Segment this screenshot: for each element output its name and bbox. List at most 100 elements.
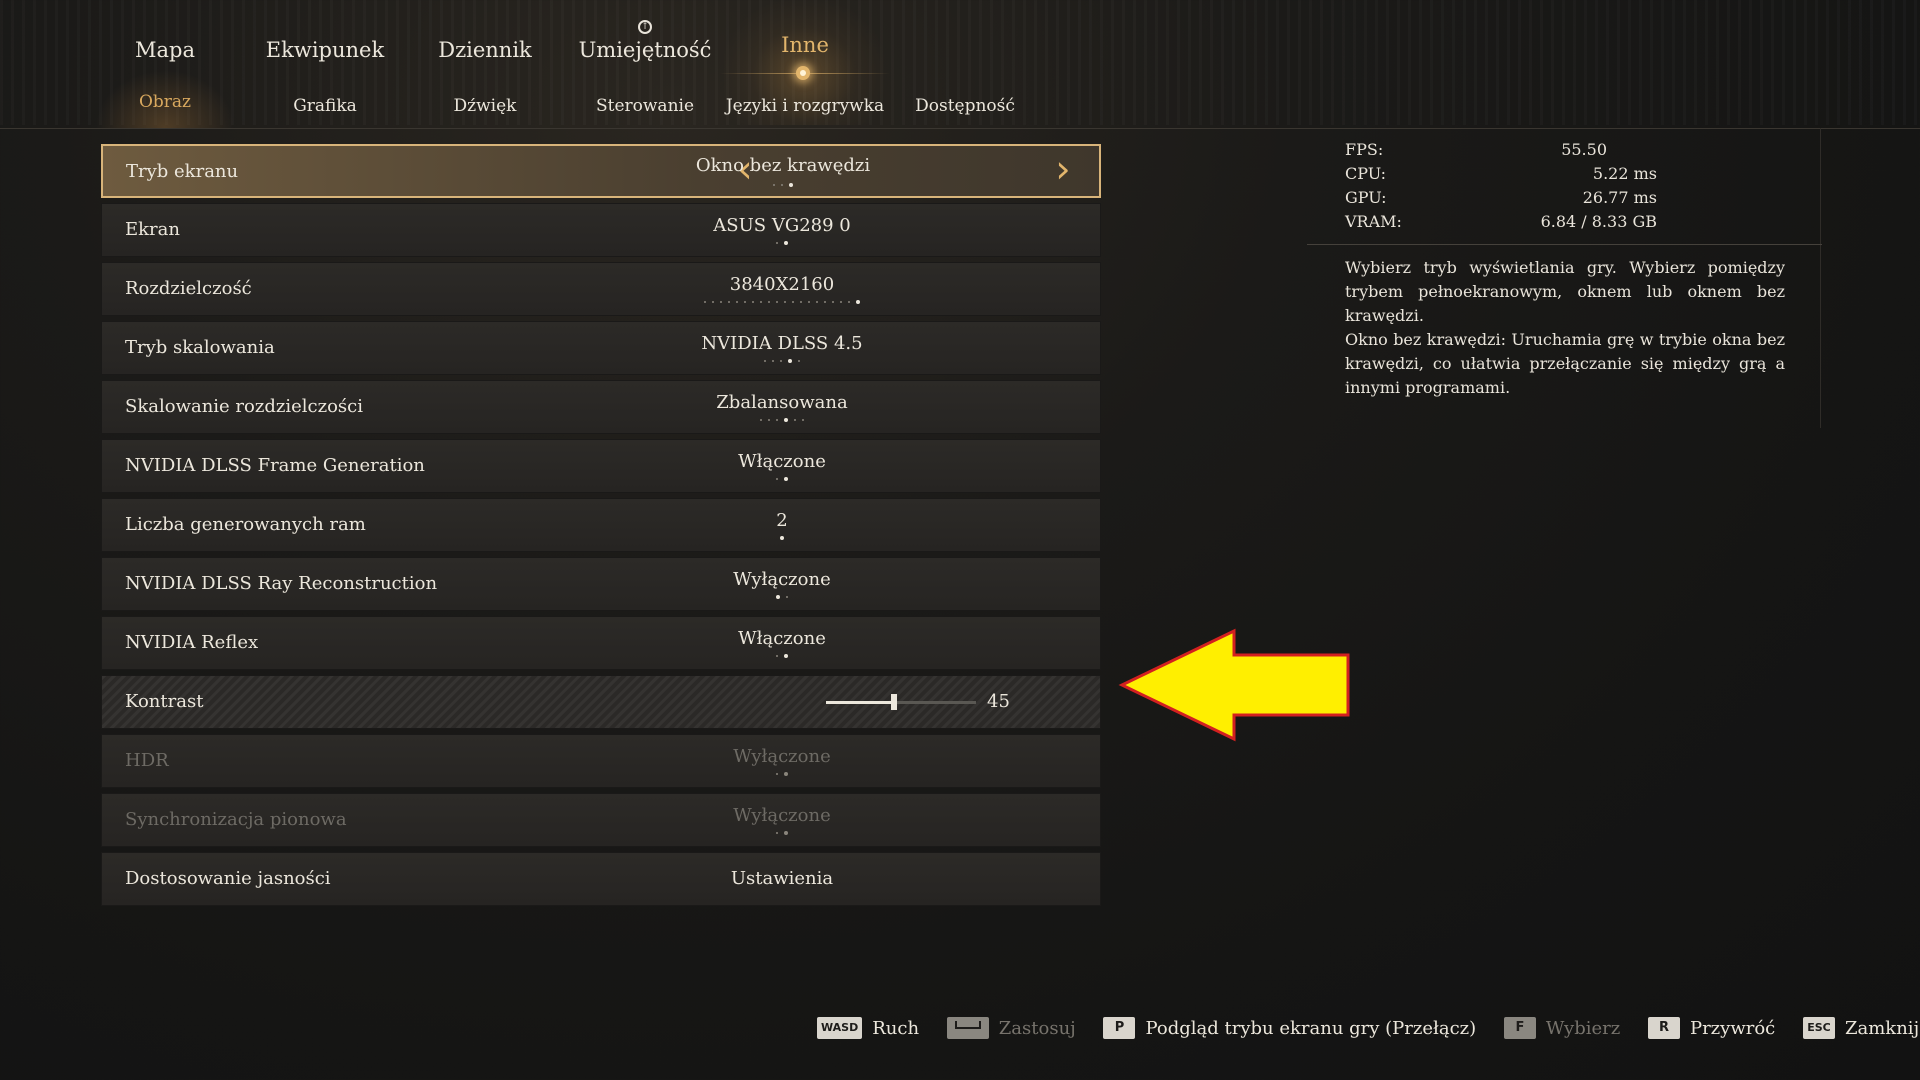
- option-dot: [773, 184, 775, 186]
- stat-value: 6.84 / 8.33 GB: [1540, 212, 1657, 231]
- option-dots: [757, 418, 807, 424]
- option-dot: [802, 419, 804, 421]
- setting-row-ekran[interactable]: Ekran ASUS VG289 0: [101, 203, 1101, 257]
- hint-wybierz[interactable]: F Wybierz: [1503, 1017, 1620, 1039]
- subtab-dostepnosc[interactable]: Dostępność: [915, 96, 1015, 116]
- setting-row-dlss-ray-reconstruction[interactable]: NVIDIA DLSS Ray Reconstruction Wyłączone: [101, 557, 1101, 611]
- stat-fps: FPS: 55.50: [1307, 140, 1822, 164]
- option-dot: [768, 419, 770, 421]
- wasd-key-icon: WASD: [817, 1017, 863, 1039]
- option-dot: [784, 831, 788, 835]
- option-dot: [856, 300, 860, 304]
- option-dot: [764, 360, 766, 362]
- option-dot: [792, 301, 794, 303]
- hint-zastosuj[interactable]: Zastosuj: [946, 1017, 1076, 1039]
- option-dot: [840, 301, 842, 303]
- setting-row-dlss-frame-generation[interactable]: NVIDIA DLSS Frame Generation Włączone: [101, 439, 1101, 493]
- tab-mapa[interactable]: Mapa: [135, 38, 195, 62]
- option-dots: [773, 654, 791, 660]
- option-dot: [772, 360, 774, 362]
- setting-row-dostosowanie-jasnosci[interactable]: Dostosowanie jasności Ustawienia: [101, 852, 1101, 906]
- setting-label: NVIDIA DLSS Ray Reconstruction: [125, 573, 438, 594]
- hint-label: Podgląd trybu ekranu gry (Przełącz): [1145, 1017, 1477, 1039]
- option-dots: [773, 595, 791, 601]
- setting-row-kontrast[interactable]: Kontrast 45: [101, 675, 1101, 729]
- esc-key-icon: ESC: [1803, 1017, 1835, 1039]
- option-dot: [744, 301, 746, 303]
- setting-row-liczba-generowanych-ram[interactable]: Liczba generowanych ram 2: [101, 498, 1101, 552]
- option-dot: [712, 301, 714, 303]
- setting-value: Wyłączone: [733, 805, 831, 826]
- chevron-right-icon[interactable]: ›: [1043, 150, 1083, 190]
- subtab-obraz[interactable]: Obraz: [139, 92, 191, 112]
- setting-label: Tryb skalowania: [125, 337, 275, 358]
- slider-handle[interactable]: [890, 694, 897, 710]
- slider-value: 45: [987, 691, 1010, 712]
- stat-name: FPS:: [1345, 140, 1384, 159]
- subtab-jezyki-i-rozgrywka[interactable]: Języki i rozgrywka: [726, 96, 884, 116]
- active-tab-indicator-icon: [796, 66, 810, 80]
- hint-przywroc[interactable]: R Przywróć: [1647, 1017, 1775, 1039]
- setting-label: Dostosowanie jasności: [125, 868, 331, 889]
- stat-gpu: GPU: 26.77 ms: [1307, 188, 1822, 212]
- option-dot: [784, 477, 788, 481]
- option-dot: [780, 536, 784, 540]
- tab-dziennik[interactable]: Dziennik: [438, 38, 532, 62]
- setting-row-skalowanie-rozdzielczosci[interactable]: Skalowanie rozdzielczości Zbalansowana: [101, 380, 1101, 434]
- stat-name: VRAM:: [1345, 212, 1402, 231]
- spacebar-key-icon: [946, 1017, 989, 1039]
- subtab-dzwiek[interactable]: Dźwięk: [454, 96, 517, 116]
- setting-description: Wybierz tryb wyświetlania gry. Wybierz p…: [1345, 256, 1785, 400]
- setting-value: Wyłączone: [733, 746, 831, 767]
- subtab-grafika[interactable]: Grafika: [293, 96, 357, 116]
- hint-podglad[interactable]: P Podgląd trybu ekranu gry (Przełącz): [1103, 1017, 1476, 1039]
- setting-label: NVIDIA Reflex: [125, 632, 259, 653]
- setting-row-tryb-skalowania[interactable]: Tryb skalowania NVIDIA DLSS 4.5: [101, 321, 1101, 375]
- tab-umiejetnosc[interactable]: Umiejętność: [579, 38, 712, 62]
- setting-label: Kontrast: [125, 691, 204, 712]
- option-dot: [776, 655, 778, 657]
- hint-label: Zamknij: [1845, 1017, 1920, 1039]
- setting-label: Rozdzielczość: [125, 278, 252, 299]
- tab-ekwipunek[interactable]: Ekwipunek: [266, 38, 384, 62]
- option-dot: [752, 301, 754, 303]
- slider-fill: [826, 701, 894, 704]
- option-dot: [776, 242, 778, 244]
- hint-zamknij[interactable]: ESC Zamknij: [1803, 1017, 1919, 1039]
- stat-value: 5.22 ms: [1592, 164, 1657, 183]
- top-navigation: Mapa Ekwipunek Dziennik ↑ Umiejętność In…: [0, 0, 1920, 129]
- option-dots: [773, 831, 791, 837]
- stat-name: CPU:: [1345, 164, 1387, 183]
- hint-label: Ruch: [872, 1017, 920, 1039]
- hint-ruch[interactable]: WASD Ruch: [817, 1017, 919, 1039]
- description-paragraph: Wybierz tryb wyświetlania gry. Wybierz p…: [1345, 258, 1785, 325]
- footer-hints: WASD Ruch Zastosuj P Podgląd trybu ekran…: [817, 1017, 1920, 1047]
- setting-label: Ekran: [125, 219, 180, 240]
- option-dot: [781, 184, 783, 186]
- option-dots: [773, 241, 791, 247]
- option-dot: [776, 419, 778, 421]
- contrast-slider[interactable]: [826, 694, 976, 710]
- option-dots: [773, 772, 791, 778]
- option-dot: [798, 360, 800, 362]
- skill-point-icon: ↑: [638, 20, 652, 34]
- option-dot: [784, 654, 788, 658]
- subtab-sterowanie[interactable]: Sterowanie: [596, 96, 694, 116]
- option-dots: [777, 536, 787, 542]
- setting-row-rozdzielczosc[interactable]: Rozdzielczość 3840X2160: [101, 262, 1101, 316]
- setting-label: HDR: [125, 750, 169, 771]
- setting-value: Zbalansowana: [716, 392, 848, 413]
- option-dots: [761, 359, 803, 365]
- setting-row-tryb-ekranu[interactable]: Tryb ekranu ‹ Okno bez krawędzi ›: [101, 144, 1101, 198]
- setting-value: Włączone: [738, 628, 826, 649]
- setting-value: NVIDIA DLSS 4.5: [701, 333, 863, 354]
- p-key-icon: P: [1103, 1017, 1136, 1039]
- stat-value: 55.50: [1561, 140, 1607, 159]
- setting-row-nvidia-reflex[interactable]: NVIDIA Reflex Włączone: [101, 616, 1101, 670]
- tab-inne[interactable]: Inne: [781, 33, 829, 57]
- stat-value: 26.77 ms: [1582, 188, 1657, 207]
- annotation-arrow-icon: [1118, 628, 1350, 742]
- option-dot: [824, 301, 826, 303]
- option-dot: [788, 359, 792, 363]
- option-dot: [800, 301, 802, 303]
